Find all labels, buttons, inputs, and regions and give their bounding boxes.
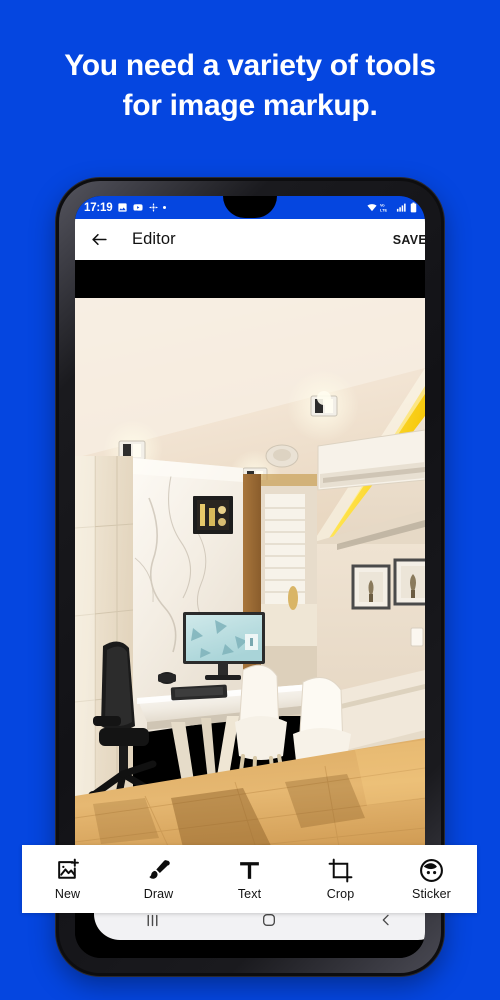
tool-label-crop: Crop	[326, 887, 355, 901]
tool-label-new: New	[54, 887, 81, 901]
crop-icon	[328, 857, 353, 883]
battery-icon	[410, 202, 417, 213]
volte-icon: Vo LTE	[380, 203, 387, 213]
wifi-icon	[366, 204, 377, 212]
nav-back-icon	[382, 914, 389, 926]
tool-label-sticker: Sticker	[412, 887, 451, 901]
promo-headline: You need a variety of tools for image ma…	[0, 46, 500, 126]
signal-icon	[396, 203, 406, 212]
text-icon	[237, 857, 262, 883]
recents-icon	[147, 914, 158, 926]
tool-sticker[interactable]: Sticker	[386, 857, 477, 901]
phone-screen: 17:19 Vo LTE Editor SAVE	[75, 196, 425, 958]
tool-draw[interactable]: Draw	[113, 857, 204, 901]
tool-new[interactable]: New	[22, 857, 113, 901]
app-bar: Editor SAVE	[75, 219, 425, 260]
save-button[interactable]: SAVE	[393, 233, 425, 247]
tool-label-draw: Draw	[143, 887, 174, 901]
home-icon	[262, 914, 275, 926]
tool-label-text: Text	[237, 887, 262, 901]
sticker-face-icon	[419, 857, 444, 883]
status-bar-system-icons: Vo LTE	[366, 202, 419, 213]
back-arrow-icon	[91, 233, 107, 246]
add-image-icon	[55, 857, 80, 883]
brush-icon	[146, 857, 171, 883]
photos-icon	[118, 203, 128, 212]
tool-text[interactable]: Text	[204, 857, 295, 901]
status-bar-time: 17:19	[84, 201, 113, 214]
tool-crop[interactable]: Crop	[295, 857, 386, 901]
youtube-icon	[133, 204, 144, 211]
dot-icon	[163, 206, 167, 209]
edited-photo[interactable]	[75, 298, 425, 870]
headline-line-2: for image markup.	[122, 89, 378, 122]
app-icon	[149, 203, 159, 212]
page-title: Editor	[132, 230, 176, 248]
headline-line-1: You need a variety of tools	[64, 49, 436, 82]
status-bar-notifications	[117, 202, 167, 213]
svg-text:Vo: Vo	[380, 203, 385, 208]
back-button[interactable]	[88, 229, 110, 251]
editor-toolbar: New Draw Text Crop Sticker	[22, 845, 477, 913]
svg-text:LTE: LTE	[380, 207, 387, 212]
